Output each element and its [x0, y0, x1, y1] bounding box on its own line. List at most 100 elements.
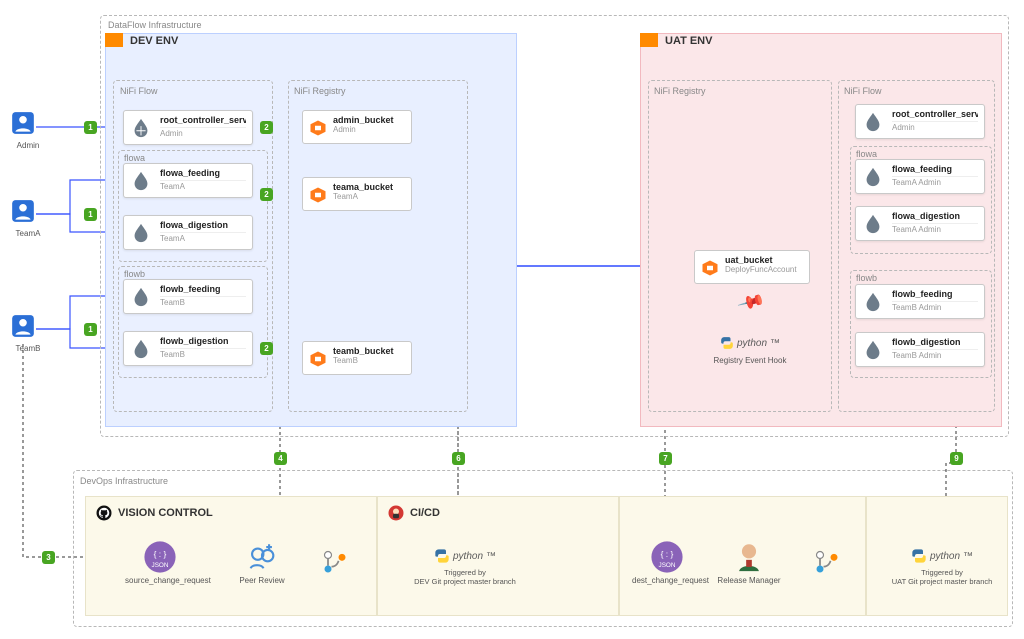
- json-icon: { : } JSON: [650, 540, 684, 574]
- svg-text:{ : }: { : }: [154, 549, 167, 559]
- uat-flowa-feeding-card: flowa_feeding TeamA Admin: [855, 159, 985, 194]
- uat-nifi-flow-label: NiFi Flow: [844, 86, 882, 96]
- hex-icon: [309, 119, 327, 137]
- actor-admin: Admin: [10, 110, 46, 150]
- step-1b: 1: [84, 208, 97, 221]
- python-icon: python™: [434, 548, 496, 564]
- nifi-drop-icon: [130, 117, 152, 139]
- dev-flowb-digestion-title: flowb_digestion: [160, 336, 246, 346]
- nifi-drop-icon: [862, 213, 884, 235]
- json-icon: { : } JSON: [143, 540, 177, 574]
- admin-bucket-card: admin_bucket Admin: [302, 110, 412, 144]
- nifi-drop-icon: [130, 338, 152, 360]
- uat-root-card: root_controller_services Admin: [855, 104, 985, 139]
- event-hook-label: Registry Event Hook: [700, 356, 800, 365]
- git-branch-icon: [813, 548, 841, 576]
- step-4: 4: [274, 452, 287, 465]
- teama-bucket-owner: TeamA: [333, 192, 405, 201]
- uat-flowa-digestion-title: flowa_digestion: [892, 211, 978, 221]
- svg-text:{ : }: { : }: [661, 549, 674, 559]
- uat-bucket-card: uat_bucket DeployFuncAccount: [694, 250, 810, 284]
- uat-flowb-feeding-card: flowb_feeding TeamB Admin: [855, 284, 985, 319]
- python-uat-node: python™ Triggered by UAT Git project mas…: [882, 548, 1002, 586]
- branch-node-1: [320, 548, 350, 578]
- step-7: 7: [659, 452, 672, 465]
- nifi-drop-icon: [862, 339, 884, 361]
- step-1c: 1: [84, 323, 97, 336]
- python-icon: python™: [720, 336, 780, 350]
- dest-change-label: dest_change_request: [632, 576, 702, 585]
- devops-title: DevOps Infrastructure: [80, 476, 168, 486]
- python-label-dev: python: [453, 551, 483, 562]
- teama-bucket-card: teama_bucket TeamA: [302, 177, 412, 211]
- dev-flowb-digestion-card: flowb_digestion TeamB: [123, 331, 253, 366]
- dev-nifi-flow-label: NiFi Flow: [120, 86, 158, 96]
- dev-root-card: root_controller_services Admin: [123, 110, 253, 145]
- hex-icon: [309, 186, 327, 204]
- uat-bucket-owner: DeployFuncAccount: [725, 265, 803, 274]
- nifi-drop-icon: [130, 286, 152, 308]
- dev-root-owner: Admin: [160, 127, 246, 138]
- dev-flowa-digestion-owner: TeamA: [160, 232, 246, 243]
- admin-bucket-title: admin_bucket: [333, 115, 405, 125]
- actor-admin-label: Admin: [10, 141, 46, 150]
- user-icon: [10, 198, 36, 224]
- python-label: python: [737, 338, 767, 349]
- manager-icon: [732, 540, 766, 574]
- user-icon: [10, 110, 36, 136]
- uat-env-title: UAT ENV: [665, 35, 712, 47]
- jenkins-icon: [387, 504, 405, 522]
- uat-flowb-label: flowb: [856, 273, 877, 283]
- nifi-drop-icon: [862, 166, 884, 188]
- teamb-bucket-owner: TeamB: [333, 356, 405, 365]
- peer-review-node: Peer Review: [232, 540, 292, 585]
- dev-nifi-registry-label: NiFi Registry: [294, 86, 346, 96]
- python-icon: python™: [911, 548, 973, 564]
- svg-text:JSON: JSON: [659, 562, 676, 569]
- cicd-head: CI/CD: [387, 504, 440, 522]
- uat-flowa-feeding-owner: TeamA Admin: [892, 176, 978, 187]
- python-label-uat: python: [930, 551, 960, 562]
- trig-uat-label: Triggered by UAT Git project master bran…: [882, 568, 1002, 586]
- dev-flowa-feeding-title: flowa_feeding: [160, 168, 246, 178]
- trig-dev-label: Triggered by DEV Git project master bran…: [400, 568, 530, 586]
- uat-flowb-digestion-owner: TeamB Admin: [892, 349, 978, 360]
- uat-root-owner: Admin: [892, 121, 978, 132]
- nifi-drop-icon: [130, 170, 152, 192]
- uat-flowa-digestion-card: flowa_digestion TeamA Admin: [855, 206, 985, 241]
- step-3: 3: [42, 551, 55, 564]
- nifi-drop-icon: [862, 111, 884, 133]
- uat-flowa-digestion-owner: TeamA Admin: [892, 223, 978, 234]
- dev-env-title: DEV ENV: [130, 35, 178, 47]
- uat-bucket-title: uat_bucket: [725, 255, 803, 265]
- dev-flowb-feeding-owner: TeamB: [160, 296, 246, 307]
- actor-teama-label: TeamA: [10, 229, 46, 238]
- dev-flowa-digestion-title: flowa_digestion: [160, 220, 246, 230]
- src-change-label: source_change_request: [125, 576, 195, 585]
- dev-flowb-feeding-title: flowb_feeding: [160, 284, 246, 294]
- uat-root-title: root_controller_services: [892, 109, 978, 119]
- uat-python-hook: python™ Registry Event Hook: [700, 336, 800, 365]
- actor-teamb-label: TeamB: [10, 344, 46, 353]
- teamb-bucket-card: teamb_bucket TeamB: [302, 341, 412, 375]
- nifi-drop-icon: [862, 291, 884, 313]
- teamb-bucket-title: teamb_bucket: [333, 346, 405, 356]
- infra-title: DataFlow Infrastructure: [108, 20, 202, 30]
- uat-nifi-registry-label: NiFi Registry: [654, 86, 706, 96]
- github-icon: [95, 504, 113, 522]
- step-6: 6: [452, 452, 465, 465]
- dev-flowb-feeding-card: flowb_feeding TeamB: [123, 279, 253, 314]
- peer-review-label: Peer Review: [232, 576, 292, 585]
- dev-flowb-label: flowb: [124, 269, 145, 279]
- python-dev-node: python™ Triggered by DEV Git project mas…: [400, 548, 530, 586]
- uat-flowb-feeding-owner: TeamB Admin: [892, 301, 978, 312]
- dest-change-node: { : } JSON dest_change_request: [632, 540, 702, 585]
- dev-flowa-feeding-owner: TeamA: [160, 180, 246, 191]
- peer-review-icon: [245, 540, 279, 574]
- dev-root-title: root_controller_services: [160, 115, 246, 125]
- hex-icon: [701, 259, 719, 277]
- vision-control-head: VISION CONTROL: [95, 504, 213, 522]
- uat-flowb-digestion-card: flowb_digestion TeamB Admin: [855, 332, 985, 367]
- dev-flowa-feeding-card: flowa_feeding TeamA: [123, 163, 253, 198]
- svg-text:JSON: JSON: [152, 562, 169, 569]
